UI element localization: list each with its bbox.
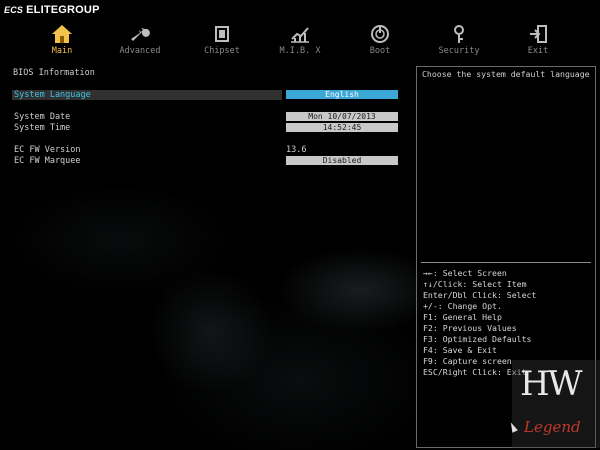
- ec-fw-version-value: 13.6: [286, 145, 307, 155]
- tab-boot[interactable]: Boot: [350, 22, 410, 60]
- key-select-screen: →←: Select Screen: [423, 268, 507, 278]
- wrench-icon: [131, 28, 150, 41]
- tab-main-label: Main: [51, 46, 73, 56]
- tab-exit-label: Exit: [527, 46, 549, 56]
- key-icon: [454, 25, 464, 43]
- key-change-opt: +/-: Change Opt.: [423, 301, 502, 311]
- ec-fw-version-label: EC FW Version: [14, 145, 81, 155]
- tab-exit[interactable]: Exit: [508, 22, 568, 60]
- brand-name: ELITEGROUP: [26, 4, 100, 16]
- system-time-label[interactable]: System Time: [14, 123, 70, 133]
- tab-chipset[interactable]: Chipset: [192, 22, 252, 60]
- key-select-item: ↑↓/Click: Select Item: [423, 279, 527, 289]
- tab-advanced[interactable]: Advanced: [110, 22, 170, 60]
- key-optimized-defaults: F3: Optimized Defaults: [423, 334, 532, 344]
- chip-icon: [215, 26, 229, 42]
- key-general-help: F1: General Help: [423, 312, 502, 322]
- watermark-legend: Legend: [524, 418, 581, 436]
- system-language-value[interactable]: English: [286, 90, 398, 99]
- key-select: Enter/Dbl Click: Select: [423, 290, 537, 300]
- system-language-label[interactable]: System Language: [14, 90, 91, 100]
- exit-icon: [530, 25, 547, 43]
- watermark-hw: HW: [520, 364, 583, 404]
- system-time-value[interactable]: 14:52:45: [286, 123, 398, 132]
- system-date-value[interactable]: Mon 10/07/2013: [286, 112, 398, 121]
- top-nav: Main Advanced Chipset M.I.B. X Boot Secu…: [0, 22, 600, 60]
- tab-main[interactable]: Main: [32, 22, 92, 60]
- key-save-exit: F4: Save & Exit: [423, 345, 497, 355]
- power-icon: [371, 25, 389, 43]
- tab-chipset-label: Chipset: [204, 46, 240, 56]
- section-title: BIOS Information: [13, 68, 95, 78]
- key-previous-values: F2: Previous Values: [423, 323, 517, 333]
- tab-boot-label: Boot: [369, 46, 391, 56]
- brand-logo: ECS ELITEGROUP: [4, 3, 100, 17]
- tab-advanced-label: Advanced: [119, 46, 161, 56]
- chart-icon: [291, 27, 309, 43]
- ec-fw-marquee-value[interactable]: Disabled: [286, 156, 398, 165]
- watermark-logo: HW Legend: [512, 360, 600, 448]
- help-divider: [421, 262, 591, 263]
- ec-fw-marquee-label[interactable]: EC FW Marquee: [14, 156, 81, 166]
- tab-security[interactable]: Security: [429, 22, 489, 60]
- home-icon: [52, 25, 72, 43]
- ecs-mark: ECS: [4, 5, 24, 15]
- tab-security-label: Security: [438, 46, 480, 56]
- help-description: Choose the system default language: [422, 69, 590, 79]
- system-date-label[interactable]: System Date: [14, 112, 70, 122]
- tab-mibx-label: M.I.B. X: [279, 46, 321, 56]
- tab-mibx[interactable]: M.I.B. X: [270, 22, 330, 60]
